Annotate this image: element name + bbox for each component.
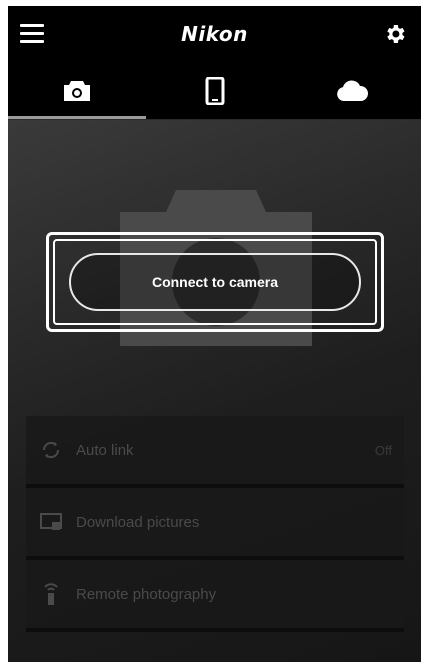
tab-camera[interactable] [8, 62, 146, 120]
app-header: Nikon [8, 6, 421, 62]
list-item-auto-link[interactable]: Auto link Off [26, 416, 404, 488]
download-pictures-icon [38, 509, 64, 535]
download-pictures-label: Download pictures [76, 513, 200, 531]
remote-photography-label: Remote photography [76, 585, 217, 603]
auto-link-icon [38, 437, 64, 463]
list-item-remote-photography[interactable]: Remote photography [26, 560, 404, 632]
connect-to-camera-button[interactable]: Connect to camera [69, 253, 361, 311]
tab-smartphone[interactable] [146, 62, 284, 120]
brand-logo: Nikon [181, 22, 248, 46]
cloud-icon [337, 80, 369, 101]
list-item-download-pictures[interactable]: Download pictures [26, 488, 404, 560]
auto-link-value: Off [374, 442, 392, 458]
connect-highlight-frame: Connect to camera [46, 232, 384, 332]
remote-photography-icon [38, 581, 64, 607]
gear-icon[interactable] [383, 22, 407, 46]
tab-bar [8, 62, 421, 120]
feature-list: Auto link Off Download pictures Remote p… [26, 416, 404, 632]
main-content: Connect to camera Auto link Off Download… [8, 120, 421, 662]
smartphone-icon [205, 77, 224, 105]
tab-cloud[interactable] [283, 62, 421, 120]
camera-icon [63, 81, 90, 101]
app-screen: Nikon Connect to camera Auto link Off Do… [8, 6, 421, 662]
auto-link-label: Auto link [76, 441, 134, 459]
